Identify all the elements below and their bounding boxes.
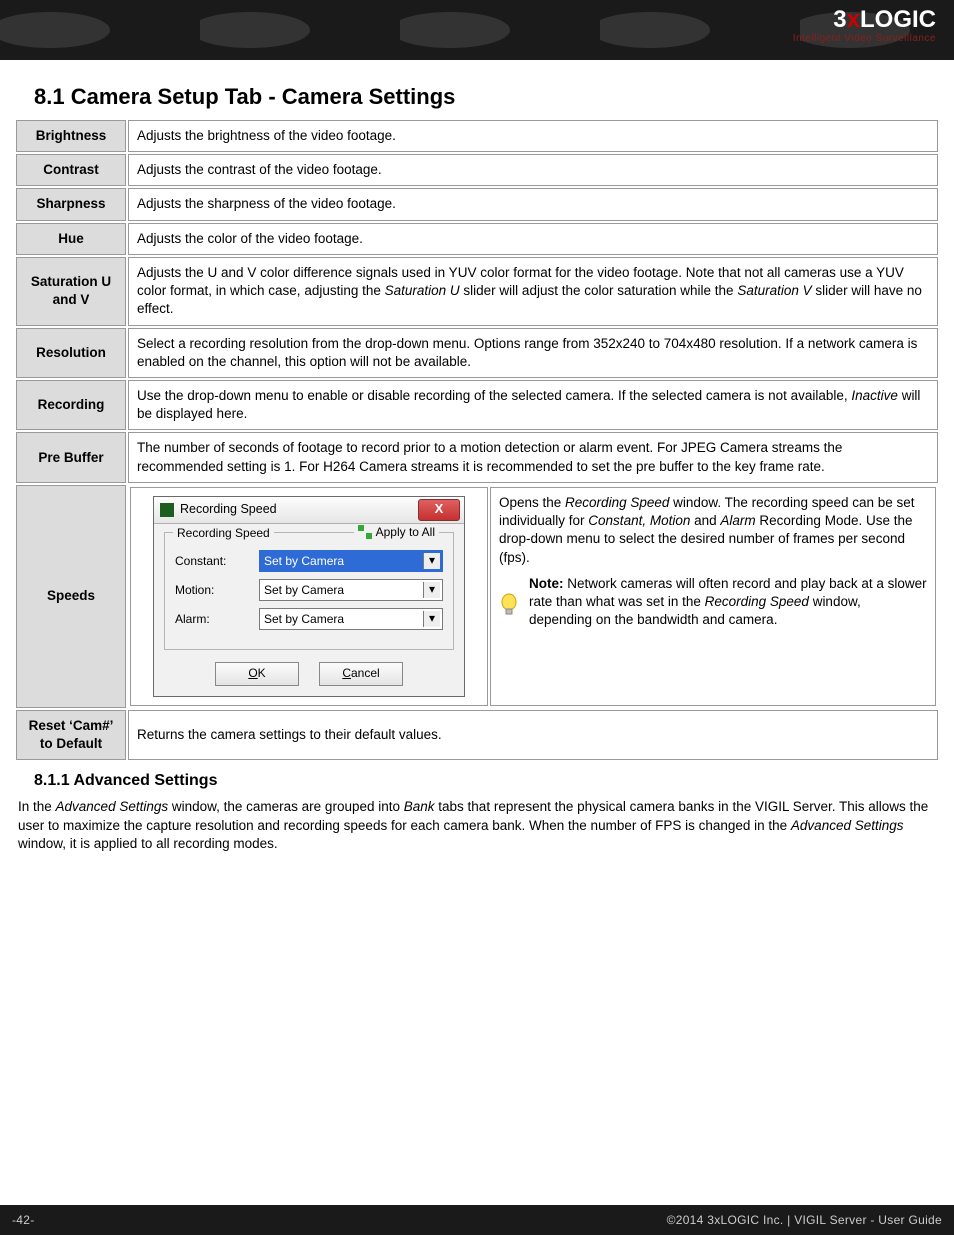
sat-b: slider will adjust the color saturation … [460,283,738,298]
sp-a: Opens the [499,495,565,510]
desc-recording: Use the drop-down menu to enable or disa… [128,380,938,430]
desc-prebuffer: The number of seconds of footage to reco… [128,432,938,482]
footer-right: ©2014 3xLOGIC Inc. | VIGIL Server - User… [667,1213,942,1227]
label-contrast: Contrast [16,154,126,186]
constant-row: Constant: Set by Camera ▾ [175,550,443,572]
desc-hue: Adjusts the color of the video footage. [128,223,938,255]
page-footer: -42- ©2014 3xLOGIC Inc. | VIGIL Server -… [0,1205,954,1235]
label-brightness: Brightness [16,120,126,152]
apply-all-icon [358,525,372,539]
subsection-title: 8.1.1 Advanced Settings [34,772,940,790]
motion-combo[interactable]: Set by Camera ▾ [259,579,443,601]
page-number: -42- [12,1213,35,1227]
label-sharpness: Sharpness [16,188,126,220]
page-header: 3xLOGIC Intelligent Video Surveillance [0,0,954,60]
rec-a: Use the drop-down menu to enable or disa… [137,388,851,403]
sat-em2: Saturation V [737,283,811,298]
desc-reset: Returns the camera settings to their def… [128,710,938,760]
dialog-body: Recording Speed Apply to All Constant: [154,524,464,696]
speeds-cell: Recording Speed X Recording Speed Apply … [128,485,938,708]
constant-combo[interactable]: Set by Camera ▾ [259,550,443,572]
sp-em1: Recording Speed [565,495,669,510]
recording-speed-fieldset: Recording Speed Apply to All Constant: [164,532,454,650]
speeds-dialog-cell: Recording Speed X Recording Speed Apply … [130,487,488,706]
page-body: 8.1 Camera Setup Tab - Camera Settings B… [0,60,954,853]
row-hue: Hue Adjusts the color of the video foota… [16,223,938,255]
row-saturation: Saturation U and V Adjusts the U and V c… [16,257,938,326]
brand-3: 3 [833,6,846,33]
brand-logo: 3xLOGIC Intelligent Video Surveillance [793,8,936,44]
apply-to-all-button[interactable]: Apply to All [354,524,439,540]
row-resolution: Resolution Select a recording resolution… [16,328,938,378]
row-reset: Reset ‘Cam#’ to Default Returns the came… [16,710,938,760]
label-recording: Recording [16,380,126,430]
speeds-desc-cell: Opens the Recording Speed window. The re… [490,487,936,706]
label-resolution: Resolution [16,328,126,378]
subsection-body: In the Advanced Settings window, the cam… [18,798,936,853]
rec-em: Inactive [851,388,898,403]
label-saturation: Saturation U and V [16,257,126,326]
chevron-down-icon: ▾ [423,611,440,627]
dialog-title: Recording Speed [180,501,277,518]
label-hue: Hue [16,223,126,255]
note-em: Recording Speed [705,594,809,609]
recording-speed-dialog: Recording Speed X Recording Speed Apply … [153,496,465,697]
speeds-note-text: Note: Network cameras will often record … [529,575,927,630]
sub-em2: Bank [404,799,435,814]
sat-em1: Saturation U [385,283,460,298]
row-brightness: Brightness Adjusts the brightness of the… [16,120,938,152]
sp-c: and [690,513,720,528]
desc-saturation: Adjusts the U and V color difference sig… [128,257,938,326]
desc-sharpness: Adjusts the sharpness of the video foota… [128,188,938,220]
ok-button[interactable]: OK [215,662,299,686]
dialog-icon [160,503,174,517]
label-reset: Reset ‘Cam#’ to Default [16,710,126,760]
row-speeds: Speeds Recording Speed X [16,485,938,708]
note-label: Note: [529,576,564,591]
motion-value: Set by Camera [264,582,344,598]
desc-brightness: Adjusts the brightness of the video foot… [128,120,938,152]
motion-label: Motion: [175,582,259,598]
sub-b: window, the cameras are grouped into [168,799,404,814]
brand-tagline: Intelligent Video Surveillance [793,34,936,44]
alarm-combo[interactable]: Set by Camera ▾ [259,608,443,630]
alarm-label: Alarm: [175,611,259,627]
row-prebuffer: Pre Buffer The number of seconds of foot… [16,432,938,482]
fieldset-legend: Recording Speed [173,525,274,541]
section-title: 8.1 Camera Setup Tab - Camera Settings [34,84,940,110]
sub-a: In the [18,799,56,814]
apply-all-label: Apply to All [376,524,435,540]
brand-rest: LOGIC [860,6,936,33]
alarm-value: Set by Camera [264,611,344,627]
lightbulb-icon [499,575,521,630]
sub-d: window, it is applied to all recording m… [18,836,278,851]
row-recording: Recording Use the drop-down menu to enab… [16,380,938,430]
speeds-note: Note: Network cameras will often record … [499,575,927,630]
brand-x: x [847,6,860,33]
row-contrast: Contrast Adjusts the contrast of the vid… [16,154,938,186]
label-speeds: Speeds [16,485,126,708]
sub-em3: Advanced Settings [791,818,904,833]
desc-resolution: Select a recording resolution from the d… [128,328,938,378]
label-prebuffer: Pre Buffer [16,432,126,482]
sub-em1: Advanced Settings [56,799,169,814]
dialog-titlebar: Recording Speed X [154,497,464,524]
close-button[interactable]: X [418,499,460,521]
settings-table: Brightness Adjusts the brightness of the… [14,118,940,762]
desc-contrast: Adjusts the contrast of the video footag… [128,154,938,186]
constant-label: Constant: [175,553,259,569]
row-sharpness: Sharpness Adjusts the sharpness of the v… [16,188,938,220]
sp-em3: Alarm [720,513,755,528]
alarm-row: Alarm: Set by Camera ▾ [175,608,443,630]
chevron-down-icon: ▾ [423,582,440,598]
constant-value: Set by Camera [264,553,344,569]
sp-em2: Constant, Motion [588,513,690,528]
speeds-desc: Opens the Recording Speed window. The re… [499,494,927,567]
dialog-buttons: OK Cancel [164,662,454,686]
chevron-down-icon: ▾ [423,553,440,569]
cancel-button[interactable]: Cancel [319,662,403,686]
motion-row: Motion: Set by Camera ▾ [175,579,443,601]
